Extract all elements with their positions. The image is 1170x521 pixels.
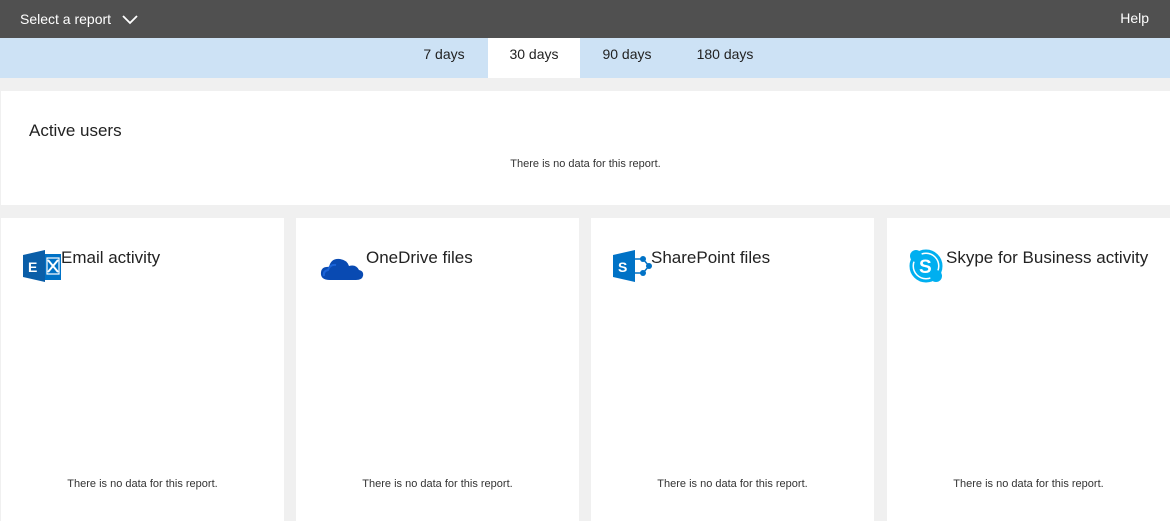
active-users-panel[interactable]: Active users There is no data for this r… (1, 91, 1170, 205)
sharepoint-files-no-data: There is no data for this report. (657, 478, 808, 490)
skype-activity-no-data: There is no data for this report. (953, 478, 1104, 490)
select-report-label: Select a report (20, 11, 112, 27)
skype-icon: S (909, 249, 943, 283)
sharepoint-icon: S (613, 250, 652, 282)
tab-180-days[interactable]: 180 days (680, 38, 770, 78)
onedrive-files-card[interactable]: OneDrive files There is no data for this… (296, 218, 579, 521)
tab-30-days[interactable]: 30 days (488, 38, 580, 78)
active-users-title: Active users (29, 121, 122, 140)
exchange-icon: E (23, 250, 61, 282)
sharepoint-files-title: SharePoint files (651, 248, 771, 267)
email-activity-title: Email activity (61, 248, 161, 267)
chevron-down-icon (122, 15, 138, 25)
svg-text:E: E (28, 259, 37, 275)
svg-text:S: S (618, 259, 627, 275)
period-tab-bar: 7 days 30 days 90 days 180 days (0, 38, 1170, 78)
email-activity-card[interactable]: E Email activity There is no data for th… (1, 218, 284, 521)
help-link[interactable]: Help (1120, 0, 1149, 38)
skype-activity-title: Skype for Business activity (946, 248, 1149, 267)
select-report-dropdown[interactable]: Select a report (20, 0, 139, 38)
active-users-no-data: There is no data for this report. (510, 158, 661, 170)
sharepoint-files-card[interactable]: S SharePoint files There is no data for … (591, 218, 874, 521)
tab-7-days[interactable]: 7 days (410, 38, 478, 78)
svg-text:S: S (919, 257, 932, 278)
top-bar: Select a report Help (0, 0, 1170, 38)
onedrive-icon (320, 258, 364, 280)
onedrive-files-title: OneDrive files (366, 248, 473, 267)
skype-activity-card[interactable]: S Skype for Business activity There is n… (887, 218, 1170, 521)
tab-90-days[interactable]: 90 days (590, 38, 664, 78)
email-activity-no-data: There is no data for this report. (67, 478, 218, 490)
onedrive-files-no-data: There is no data for this report. (362, 478, 513, 490)
